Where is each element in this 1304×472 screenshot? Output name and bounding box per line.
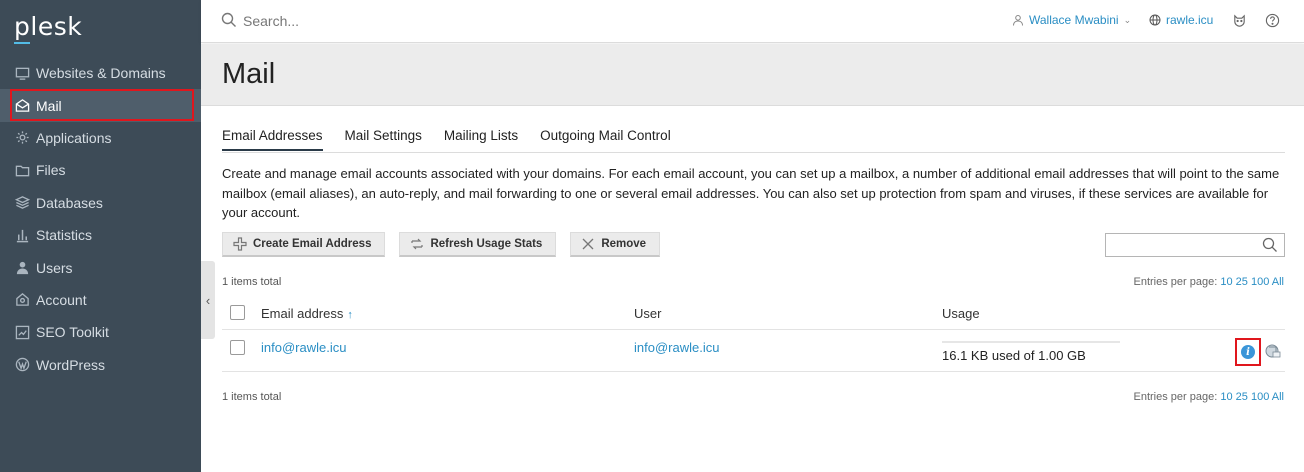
user-link[interactable]: info@rawle.icu [634,340,719,355]
user-menu[interactable]: Wallace Mwabini ⌄ [1012,13,1131,27]
domain-name: rawle.icu [1166,13,1214,27]
account-icon [14,292,30,308]
user-name: Wallace Mwabini [1029,13,1119,27]
sidebar-item-seo-toolkit[interactable]: SEO Toolkit [0,316,201,348]
cat-icon[interactable] [1232,13,1247,28]
search-icon [221,12,236,27]
page-size-25[interactable]: 25 [1236,391,1248,403]
items-total: 1 items total [222,276,282,288]
table-row: info@rawle.icu info@rawle.icu 16.1 KB us… [222,330,1285,372]
column-email-address[interactable]: Email address ↑ [261,306,353,321]
column-usage[interactable]: Usage [942,306,980,321]
gear-icon [14,130,30,146]
row-checkbox[interactable] [230,340,245,355]
remove-button[interactable]: Remove [570,232,661,257]
help-icon[interactable] [1265,13,1280,28]
folder-icon [14,162,30,178]
monitor-icon [14,65,30,81]
table-header-row: Email address ↑ User Usage [222,300,1285,330]
tab-bar: Email Addresses Mail Settings Mailing Li… [222,128,671,151]
sidebar-item-label: WordPress [36,356,105,373]
sidebar-item-label: Users [36,259,73,276]
sidebar-item-websites-domains[interactable]: Websites & Domains [0,57,201,89]
page-title: Mail [222,58,276,90]
tabs-divider [222,152,1285,153]
sidebar-item-label: Mail [36,97,62,114]
email-table: Email address ↑ User Usage info@rawle.icu… [222,300,1285,372]
list-search-field[interactable] [1105,233,1285,257]
remove-icon [582,238,594,250]
envelope-icon [14,98,30,114]
sort-ascending-icon: ↑ [347,309,353,321]
plus-icon [233,237,247,251]
entries-per-page-bottom: Entries per page: 10 25 100 All [1133,391,1284,403]
sidebar-item-label: Statistics [36,227,93,244]
chevron-down-icon: ⌄ [1123,14,1132,25]
domain-menu[interactable]: rawle.icu [1149,13,1213,27]
sidebar-item-statistics[interactable]: Statistics [0,219,201,251]
plesk-logo[interactable]: plesk [14,12,82,44]
page-size-all[interactable]: All [1272,276,1284,288]
sidebar-item-files[interactable]: Files [0,154,201,186]
usage-text: 16.1 KB used of 1.00 GB [942,348,1086,363]
items-total-bottom: 1 items total [222,391,282,403]
user-icon [14,260,30,276]
page-size-10[interactable]: 10 [1220,276,1232,288]
sidebar-item-wordpress[interactable]: WordPress [0,349,201,381]
info-button[interactable]: i [1235,338,1261,366]
tab-outgoing-mail-control[interactable]: Outgoing Mail Control [540,128,671,151]
tab-email-addresses[interactable]: Email Addresses [222,128,323,151]
page-description: Create and manage email accounts associa… [222,166,1280,220]
tab-mail-settings[interactable]: Mail Settings [345,128,422,151]
sidebar-item-mail[interactable]: Mail [0,89,201,122]
sidebar-item-account[interactable]: Account [0,284,201,316]
layers-icon [14,195,30,211]
tab-mailing-lists[interactable]: Mailing Lists [444,128,518,151]
sidebar-item-label: Databases [36,194,103,211]
email-address-link[interactable]: info@rawle.icu [261,340,346,355]
sidebar-nav: Websites & Domains Mail Applications Fil… [0,57,201,381]
create-email-address-button[interactable]: Create Email Address [222,232,386,257]
list-search-input[interactable] [1106,234,1256,256]
bar-chart-icon [14,227,30,243]
refresh-icon [411,238,424,250]
globe-icon [1149,14,1161,26]
wordpress-icon [14,357,30,373]
sidebar-item-users[interactable]: Users [0,251,201,283]
refresh-usage-stats-button[interactable]: Refresh Usage Stats [399,232,557,257]
select-all-checkbox[interactable] [230,305,245,320]
toolbar: Create Email Address Refresh Usage Stats… [222,232,661,257]
page-size-all[interactable]: All [1272,391,1284,403]
search-icon[interactable] [1262,237,1278,253]
user-icon [1013,15,1023,26]
sidebar-item-databases[interactable]: Databases [0,187,201,219]
sidebar-item-label: Account [36,291,87,308]
sidebar: plesk Websites & Domains Mail Applicatio… [0,0,201,472]
sidebar-item-label: Files [36,162,66,179]
sidebar-collapse-button[interactable]: ‹ [201,261,215,339]
entries-per-page: Entries per page: 10 25 100 All [1133,276,1284,288]
sidebar-item-label: Websites & Domains [36,65,166,82]
column-user[interactable]: User [634,306,661,321]
page-size-25[interactable]: 25 [1236,276,1248,288]
global-search-input[interactable] [243,11,743,31]
info-icon: i [1241,345,1255,359]
page-size-10[interactable]: 10 [1220,391,1232,403]
sidebar-item-label: SEO Toolkit [36,324,109,341]
sidebar-item-label: Applications [36,129,112,146]
page-size-100[interactable]: 100 [1251,391,1269,403]
webmail-icon[interactable] [1265,343,1281,359]
page-header: Mail [201,44,1304,106]
usage-bar [942,341,1120,343]
page-size-100[interactable]: 100 [1251,276,1269,288]
seo-chart-icon [14,324,30,340]
sidebar-item-applications[interactable]: Applications [0,122,201,154]
top-bar: Wallace Mwabini ⌄ rawle.icu [201,0,1304,43]
chevron-left-icon: ‹ [205,292,211,308]
